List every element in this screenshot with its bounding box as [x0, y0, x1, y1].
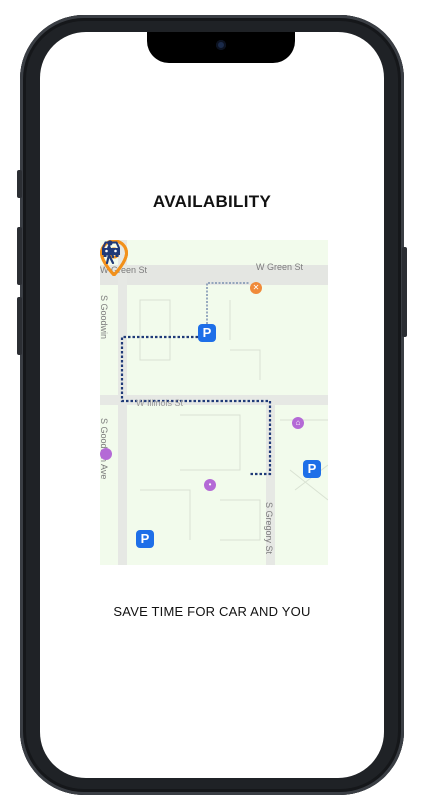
parking-icon[interactable]: P: [198, 324, 216, 342]
place-icon[interactable]: •: [204, 479, 216, 491]
parking-icon[interactable]: P: [303, 460, 321, 478]
front-camera: [216, 40, 226, 50]
screen: AVAILABILITY W Green St W Green St S Goo…: [40, 32, 384, 778]
notch: [147, 32, 295, 63]
silent-switch: [17, 170, 22, 198]
parking-icon[interactable]: P: [136, 530, 154, 548]
map-roads: [100, 240, 328, 565]
shop-icon[interactable]: [100, 448, 112, 460]
power-button: [402, 247, 407, 337]
phone-frame: AVAILABILITY W Green St W Green St S Goo…: [17, 15, 407, 795]
page-title: AVAILABILITY: [152, 192, 272, 211]
street-label-goodwin: S Goodwin: [100, 295, 109, 340]
street-label-middle: W Illinois St: [136, 398, 184, 408]
shop-icon[interactable]: ⌂: [292, 417, 304, 429]
street-label-green-east: W Green St: [256, 262, 304, 272]
map-view[interactable]: W Green St W Green St S Goodwin S Goodwi…: [100, 240, 328, 565]
volume-up-button: [17, 227, 22, 285]
street-label-gregory: S Gregory St: [264, 502, 274, 555]
car-icon: [102, 241, 120, 257]
restaurant-icon[interactable]: ✕: [250, 282, 262, 294]
tagline: SAVE TIME FOR CAR AND YOU: [113, 604, 311, 619]
volume-down-button: [17, 297, 22, 355]
